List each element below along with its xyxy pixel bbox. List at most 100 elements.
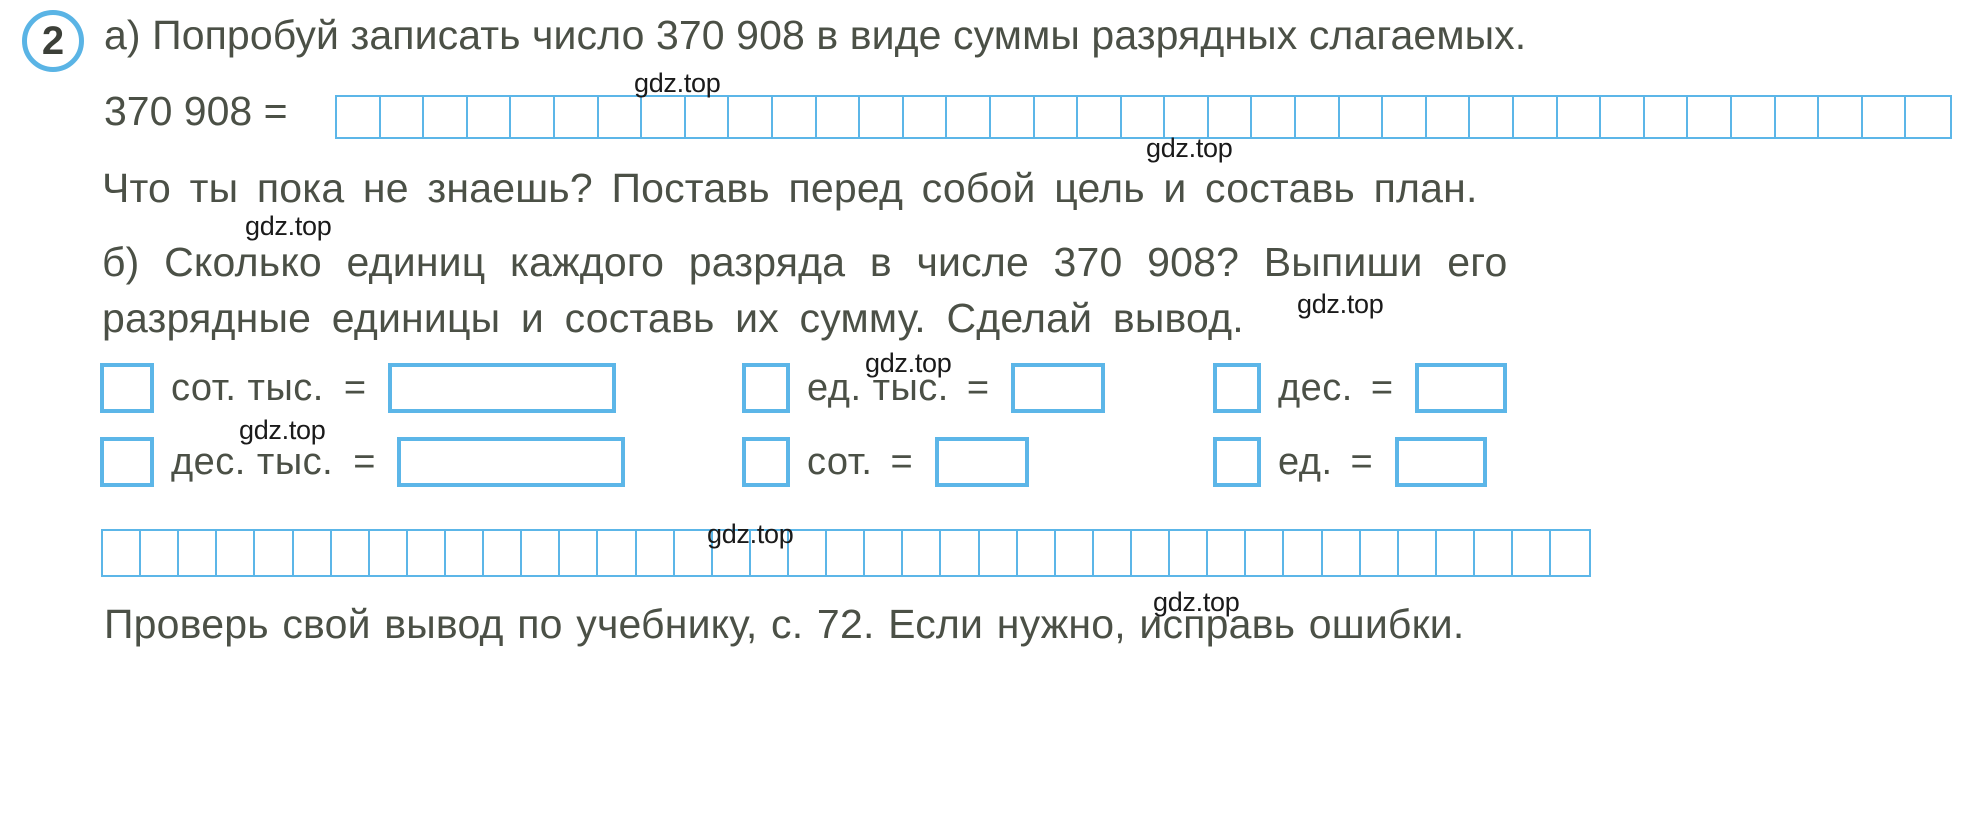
watermark-text: gdz.top <box>634 68 721 98</box>
grid-cell[interactable] <box>1209 97 1253 137</box>
grid-cell[interactable] <box>1776 97 1820 137</box>
grid-cell[interactable] <box>1165 97 1209 137</box>
grid-cell[interactable] <box>560 531 599 575</box>
grid-cell[interactable] <box>1383 97 1427 137</box>
grid-cell[interactable] <box>332 531 370 575</box>
grid-cell[interactable] <box>729 97 773 137</box>
grid-cell[interactable] <box>370 531 408 575</box>
grid-cell[interactable] <box>1601 97 1645 137</box>
instruction-line-a: а) Попробуй записать число 370 908 в вид… <box>104 12 1527 58</box>
grid-cell[interactable] <box>980 531 1018 575</box>
grid-cell[interactable] <box>1475 531 1514 575</box>
grid-cell[interactable] <box>599 97 643 137</box>
grid-cell[interactable] <box>511 97 555 137</box>
grid-cell[interactable] <box>1514 97 1558 137</box>
grid-cell[interactable] <box>1558 97 1602 137</box>
answer-label-tens: дес. <box>1278 366 1353 409</box>
watermark-text: gdz.top <box>1297 289 1384 319</box>
answer-blank-thousands[interactable] <box>1011 363 1106 413</box>
grid-cell[interactable] <box>598 531 637 575</box>
grid-cell[interactable] <box>1470 97 1515 137</box>
grid-cell[interactable] <box>1035 97 1079 137</box>
grid-cell[interactable] <box>642 97 686 137</box>
digit-box-hundreds[interactable] <box>742 437 790 487</box>
answer-blank-ten-thousands[interactable] <box>397 437 626 487</box>
grid-cell[interactable] <box>1645 97 1689 137</box>
grid-cell[interactable] <box>773 97 817 137</box>
grid-cell[interactable] <box>446 531 485 575</box>
grid-cell[interactable] <box>789 531 828 575</box>
grid-cell[interactable] <box>1122 97 1166 137</box>
digit-box-tens[interactable] <box>1213 363 1261 413</box>
grid-cell[interactable] <box>1284 531 1323 575</box>
grid-cell[interactable] <box>424 97 468 137</box>
grid-cell[interactable] <box>1427 97 1471 137</box>
grid-cell[interactable] <box>484 531 523 575</box>
grid-cell[interactable] <box>903 531 942 575</box>
grid-cell[interactable] <box>947 97 991 137</box>
grid-cell[interactable] <box>1863 97 1907 137</box>
grid-cell[interactable] <box>1170 531 1209 575</box>
answer-row-units: ед. = <box>1213 437 1487 487</box>
grid-cell[interactable] <box>1056 531 1094 575</box>
grid-cell[interactable] <box>1246 531 1285 575</box>
answer-blank-hundreds[interactable] <box>934 437 1029 487</box>
grid-cell[interactable] <box>1906 97 1950 137</box>
grid-cell[interactable] <box>1361 531 1399 575</box>
grid-cell[interactable] <box>1323 531 1361 575</box>
grid-cell[interactable] <box>468 97 512 137</box>
digit-box-thousands[interactable] <box>742 363 790 413</box>
grid-cell[interactable] <box>381 97 425 137</box>
grid-cell[interactable] <box>141 531 180 575</box>
grid-cell[interactable] <box>1094 531 1132 575</box>
grid-cell[interactable] <box>1078 97 1122 137</box>
grid-cell[interactable] <box>637 531 675 575</box>
grid-cell[interactable] <box>1551 531 1589 575</box>
grid-cell[interactable] <box>1018 531 1056 575</box>
grid-cell[interactable] <box>1132 531 1171 575</box>
grid-cell[interactable] <box>1252 97 1297 137</box>
digit-box-hundred-thousands[interactable] <box>100 363 154 413</box>
answer-row-hundreds: сот. = <box>742 437 1029 487</box>
grid-cell[interactable] <box>1688 97 1732 137</box>
answer-blank-tens[interactable] <box>1415 363 1508 413</box>
grid-cell[interactable] <box>991 97 1035 137</box>
grid-cell[interactable] <box>217 531 256 575</box>
answer-blank-units[interactable] <box>1394 437 1487 487</box>
grid-cell[interactable] <box>827 531 866 575</box>
equals-sign: = <box>966 366 990 409</box>
answer-blank-hundred-thousands[interactable] <box>388 363 617 413</box>
answer-grid-bottom[interactable] <box>101 529 1591 577</box>
answer-grid-top[interactable] <box>335 95 1952 139</box>
grid-cell[interactable] <box>1437 531 1475 575</box>
grid-cell[interactable] <box>1208 531 1247 575</box>
grid-cell[interactable] <box>686 97 730 137</box>
grid-cell[interactable] <box>179 531 218 575</box>
grid-cell[interactable] <box>1819 97 1863 137</box>
grid-cell[interactable] <box>860 97 904 137</box>
digit-box-units[interactable] <box>1213 437 1261 487</box>
grid-cell[interactable] <box>817 97 861 137</box>
grid-cell[interactable] <box>408 531 446 575</box>
grid-cell[interactable] <box>255 531 294 575</box>
grid-cell[interactable] <box>337 97 381 137</box>
grid-cell[interactable] <box>1399 531 1437 575</box>
answer-row-tens: дес. = <box>1213 363 1508 413</box>
equals-sign: = <box>1350 440 1373 483</box>
instruction-line-goal: Что ты пока не знаешь? Поставь перед соб… <box>102 165 1478 211</box>
grid-cell[interactable] <box>1513 531 1552 575</box>
grid-cell[interactable] <box>1296 97 1340 137</box>
grid-cell[interactable] <box>522 531 561 575</box>
equals-sign: = <box>343 366 367 409</box>
watermark-text: gdz.top <box>707 519 794 549</box>
digit-box-ten-thousands[interactable] <box>100 437 154 487</box>
grid-cell[interactable] <box>1732 97 1776 137</box>
grid-cell[interactable] <box>941 531 980 575</box>
grid-cell[interactable] <box>1340 97 1384 137</box>
grid-cell[interactable] <box>103 531 142 575</box>
grid-cell[interactable] <box>555 97 599 137</box>
grid-cell[interactable] <box>904 97 948 137</box>
answer-label-hundred-thousands: сот. тыс. <box>171 366 324 409</box>
grid-cell[interactable] <box>294 531 332 575</box>
grid-cell[interactable] <box>865 531 904 575</box>
